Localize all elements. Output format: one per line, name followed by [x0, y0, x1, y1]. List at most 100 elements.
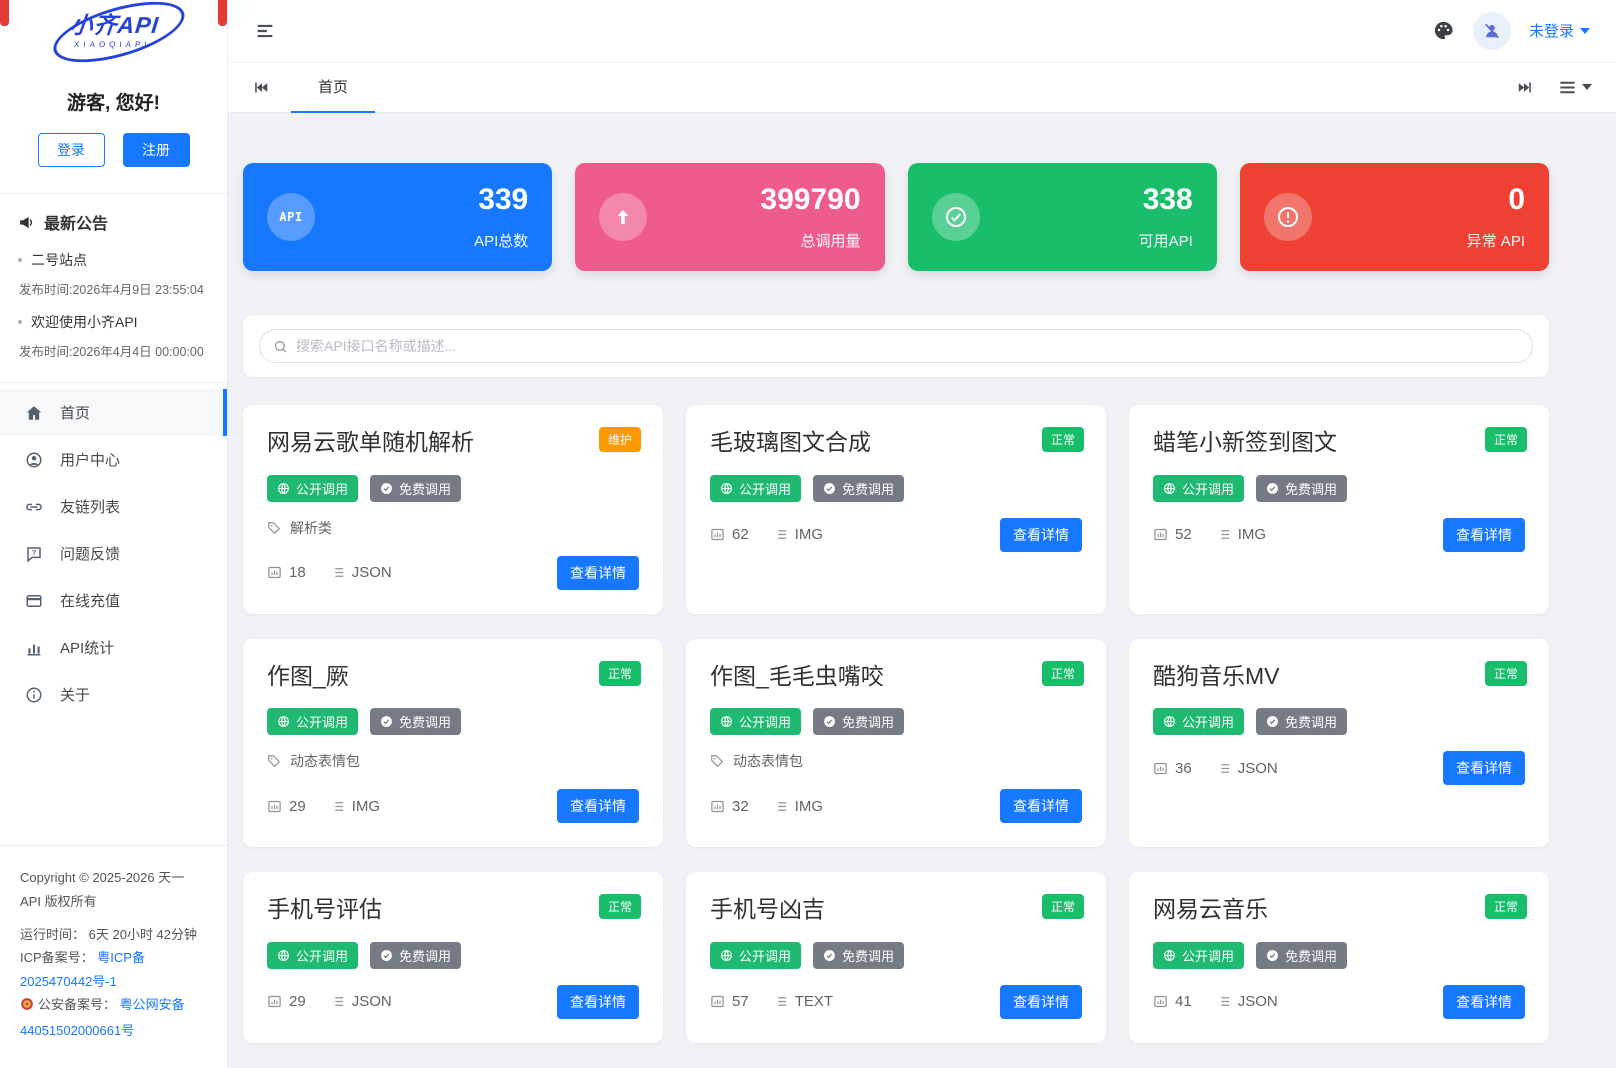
tag-icon: [267, 754, 281, 768]
search-input[interactable]: [294, 337, 1519, 355]
sidebar-nav-item[interactable]: 在线充值: [0, 577, 227, 624]
view-details-button[interactable]: 查看详情: [557, 984, 639, 1019]
red-ribbon-left-decoration: [0, 0, 9, 26]
api-card-title: 毛玻璃图文合成: [710, 429, 871, 455]
api-card: 正常 作图_厥 公开调用 免费调用 动态表情包 29 IMG 查看详情: [243, 638, 663, 848]
globe-icon: [720, 482, 733, 495]
stat-card: 0 异常 API: [1239, 163, 1549, 271]
announcements-title: 最新公告: [44, 216, 109, 233]
call-count: 29: [267, 993, 306, 1010]
tab-home[interactable]: 首页: [291, 62, 376, 113]
free-call-badge: 免费调用: [370, 474, 462, 502]
login-status[interactable]: 未登录: [1529, 20, 1590, 41]
view-details-button[interactable]: 查看详情: [1443, 517, 1525, 552]
scroll-tabs-left-button[interactable]: [252, 79, 269, 96]
free-call-badge: 免费调用: [813, 941, 905, 969]
calls-icon: [710, 799, 725, 814]
call-count: 41: [1153, 993, 1192, 1010]
user-slash-icon: [1482, 21, 1502, 41]
check-circle-icon: [380, 715, 393, 728]
api-card-title: 作图_厥: [267, 662, 349, 689]
return-format: IMG: [773, 526, 823, 543]
return-format: IMG: [1216, 526, 1266, 543]
login-button[interactable]: 登录: [37, 133, 105, 167]
public-call-badge: 公开调用: [710, 474, 802, 502]
announcement-title[interactable]: 二号站点: [18, 250, 209, 270]
search-card: [243, 315, 1549, 377]
call-count: 62: [710, 526, 749, 543]
sidebar-nav-item[interactable]: 用户中心: [0, 436, 227, 483]
list-icon: [1216, 994, 1231, 1009]
calls-icon: [710, 527, 725, 542]
sidebar-nav-item[interactable]: ? 问题反馈: [0, 530, 227, 577]
stats-row: API 339 API总数 399790 总调用量 338 可用API 0 异常…: [243, 163, 1549, 271]
api-card-title: 手机号评估: [267, 896, 382, 923]
return-format: IMG: [330, 798, 380, 815]
tab-options-button[interactable]: [1558, 78, 1592, 97]
api-card: 正常 毛玻璃图文合成 公开调用 免费调用 62 IMG 查看详情: [686, 405, 1106, 614]
public-call-badge: 公开调用: [267, 941, 359, 969]
sidebar-nav-item[interactable]: API统计: [0, 624, 227, 671]
sidebar-nav-item[interactable]: 首页: [0, 389, 227, 436]
nav-item-label: 友链列表: [60, 499, 121, 516]
police-badge-icon: [20, 995, 34, 1018]
public-call-badge: 公开调用: [267, 474, 359, 502]
check-circle-icon: [380, 482, 393, 495]
api-card: 正常 酷狗音乐MV 公开调用 免费调用 36 JSON 查看详情: [1129, 638, 1549, 848]
status-badge: 正常: [1484, 894, 1527, 920]
free-call-badge: 免费调用: [1256, 708, 1348, 736]
view-details-button[interactable]: 查看详情: [1000, 789, 1082, 824]
palette-icon: [1432, 19, 1455, 42]
view-details-button[interactable]: 查看详情: [557, 555, 639, 590]
return-format: JSON: [1216, 760, 1278, 777]
stat-label: 异常 API: [1466, 233, 1525, 250]
free-call-badge: 免费调用: [370, 941, 462, 969]
return-format: TEXT: [773, 993, 833, 1010]
globe-icon: [720, 949, 733, 962]
view-details-button[interactable]: 查看详情: [1443, 984, 1525, 1019]
stat-label: API总数: [474, 233, 529, 250]
scroll-tabs-right-button[interactable]: [1517, 79, 1534, 96]
logo[interactable]: 小齐API XIAOQIAPI: [0, 0, 227, 74]
search-box: [259, 329, 1533, 363]
list-icon: [330, 799, 345, 814]
view-details-button[interactable]: 查看详情: [557, 789, 639, 824]
sidebar-nav-item[interactable]: 关于: [0, 671, 227, 718]
icp-label: ICP备案号：: [20, 950, 94, 966]
tag-icon: [267, 521, 281, 535]
view-details-button[interactable]: 查看详情: [1000, 984, 1082, 1019]
tab-bar: 首页: [228, 62, 1616, 113]
globe-icon: [277, 949, 290, 962]
topbar: 未登录: [228, 0, 1616, 62]
check-circle-icon: [380, 949, 393, 962]
collapse-sidebar-button[interactable]: [254, 20, 276, 42]
list-icon: [1216, 761, 1231, 776]
nav-item-label: API统计: [60, 640, 115, 657]
sidebar-nav-item[interactable]: 友链列表: [0, 483, 227, 530]
api-card: 正常 作图_毛毛虫嘴咬 公开调用 免费调用 动态表情包 32 IMG 查看详情: [686, 638, 1106, 848]
logo-swoosh: [49, 0, 189, 74]
calls-icon: [710, 994, 725, 1009]
view-details-button[interactable]: 查看详情: [1443, 751, 1525, 786]
stat-card: 399790 总调用量: [575, 163, 885, 271]
copyright-text: Copyright © 2025-2026 天一 API 版权所有: [20, 870, 185, 909]
stat-card: API 339 API总数: [243, 163, 553, 271]
globe-icon: [277, 715, 290, 728]
call-count: 18: [267, 564, 306, 581]
view-details-button[interactable]: 查看详情: [1000, 517, 1082, 552]
police-label: 公安备案号：: [38, 997, 117, 1013]
avatar[interactable]: [1472, 11, 1511, 50]
api-card-title: 网易云音乐: [1153, 896, 1268, 923]
theme-button[interactable]: [1432, 19, 1455, 42]
announcement-time: 发布时间:2026年4月9日 23:55:04: [19, 283, 204, 297]
list-icon: [1216, 527, 1231, 542]
register-button[interactable]: 注册: [122, 133, 190, 167]
api-card: 正常 网易云音乐 公开调用 免费调用 41 JSON 查看详情: [1129, 872, 1549, 1043]
api-card-title: 网易云歌单随机解析: [267, 429, 474, 455]
stat-card: 338 可用API: [907, 163, 1217, 271]
announcement-title[interactable]: 欢迎使用小齐API: [18, 312, 209, 332]
nav-item-label: 关于: [60, 687, 91, 704]
public-call-badge: 公开调用: [1153, 474, 1245, 502]
return-format: JSON: [1216, 993, 1278, 1010]
search-icon: [273, 339, 288, 354]
